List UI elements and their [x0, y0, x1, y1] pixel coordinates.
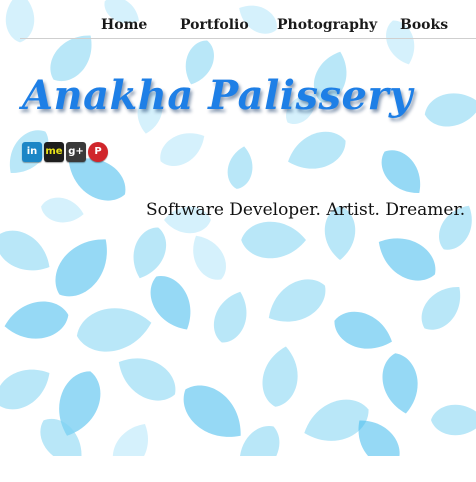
- leaf-shape: [0, 230, 50, 271]
- nav-photography-link[interactable]: Photography: [277, 17, 377, 33]
- leaf-shape: [424, 93, 476, 127]
- leaf-shape: [193, 235, 226, 280]
- leaf-shape: [0, 369, 50, 410]
- leaf-shape: [431, 404, 476, 436]
- leaf-shape: [160, 133, 205, 166]
- behance-icon[interactable]: me: [44, 142, 64, 162]
- leaf-pattern: [0, 0, 476, 456]
- google-plus-icon[interactable]: g+: [66, 142, 86, 162]
- leaf-background: [0, 0, 476, 456]
- leaf-shape: [421, 287, 461, 330]
- leaf-shape: [241, 221, 306, 259]
- leaf-shape: [150, 276, 191, 330]
- nav-home-link[interactable]: Home: [101, 17, 147, 33]
- leaf-shape: [183, 385, 241, 437]
- top-nav: Home Portfolio Photography Books: [20, 8, 476, 39]
- leaf-shape: [378, 238, 436, 281]
- leaf-shape: [381, 150, 421, 193]
- nav-portfolio-link[interactable]: Portfolio: [180, 17, 249, 33]
- leaf-shape: [76, 308, 152, 352]
- tagline: Software Developer. Artist. Dreamer.: [146, 200, 466, 220]
- nav-books-link[interactable]: Books: [400, 17, 448, 33]
- leaf-shape: [288, 131, 346, 169]
- leaf-shape: [118, 358, 176, 401]
- leaf-shape: [213, 291, 247, 343]
- leaf-shape: [55, 239, 107, 297]
- leaf-shape: [334, 311, 392, 349]
- leaf-shape: [41, 197, 84, 223]
- pinterest-icon[interactable]: P: [88, 142, 108, 162]
- leaf-shape: [227, 146, 253, 189]
- linkedin-icon[interactable]: in: [22, 142, 42, 162]
- leaf-shape: [382, 353, 418, 414]
- leaf-shape: [133, 227, 167, 279]
- leaf-shape: [262, 346, 298, 407]
- leaf-shape: [268, 279, 326, 322]
- site-title: Anakha Palissery: [22, 72, 413, 119]
- leaf-shape: [113, 424, 148, 456]
- leaf-shape: [4, 301, 69, 339]
